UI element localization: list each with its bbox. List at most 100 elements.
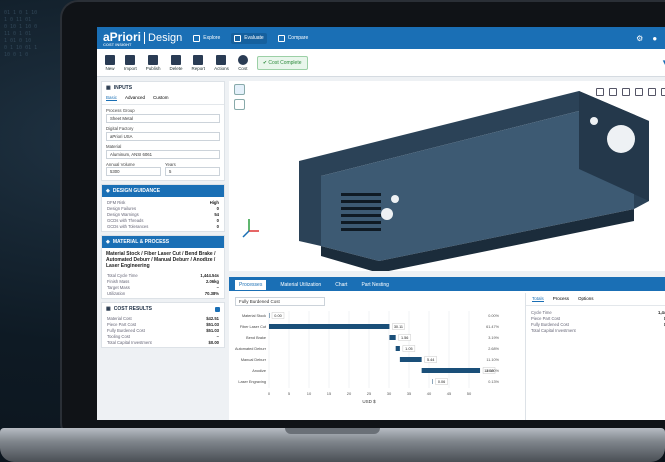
part-model (242, 91, 649, 271)
digital-factory-label: Digital Factory (106, 126, 134, 131)
filter-icon[interactable]: ▼ (661, 58, 665, 67)
design-guidance-card: ◈ DESIGN GUIDANCE DFM Risk High Design Fail… (101, 184, 225, 232)
metric-label: Piece Part Cost (531, 315, 561, 321)
import-button[interactable]: Import (124, 54, 137, 71)
tab-processes[interactable]: Processes (235, 280, 267, 290)
cost-button[interactable]: Cost (237, 54, 248, 71)
material-label: Material (106, 144, 122, 149)
category-label: Fiber Laser Cut (240, 325, 267, 329)
digital-factory-select[interactable]: aPriori USA (106, 132, 220, 141)
metric-label: Utilization (107, 290, 126, 296)
value-label: 0.06 (438, 380, 445, 384)
publish-button[interactable]: Publish (146, 54, 161, 71)
cost-bar (421, 368, 481, 373)
material-field[interactable]: Aluminum, ANSI 6061 (106, 150, 220, 159)
metric-label: Piece Part Cost (107, 321, 137, 327)
x-tick-label: 0 (268, 391, 271, 396)
tab-advanced[interactable]: Advanced (125, 95, 145, 101)
metric-value: 1,444.54s (200, 272, 219, 278)
new-button[interactable]: New (105, 54, 115, 71)
metric-label: GCDs with Threads (107, 217, 144, 223)
3d-viewer[interactable] (229, 81, 665, 271)
metric-label: DFM Risk (107, 199, 126, 205)
years-field[interactable]: 5 (165, 167, 220, 176)
nav-explore[interactable]: Explore (190, 33, 223, 44)
x-tick-label: 15 (327, 391, 332, 396)
metric-row: Total Capital Investment $0.00 (102, 339, 224, 345)
bottom-panel: Processes Material Utilization Chart Par… (229, 277, 665, 420)
metric-value: $51.03 (206, 327, 219, 333)
x-tick-label: 25 (367, 391, 372, 396)
bottom-tabs: Processes Material Utilization Chart Par… (229, 279, 665, 291)
category-label: Automated Deburr (235, 347, 267, 351)
totals-tabs: Totals Process Options (526, 293, 665, 306)
metric-value: 0 (216, 217, 219, 223)
metric-value: – (216, 333, 219, 339)
percent-label: 3.19% (488, 336, 499, 340)
report-icon (193, 54, 204, 65)
inputs-icon: ▦ (106, 85, 111, 91)
actions-button[interactable]: Actions (214, 54, 229, 71)
metric-row: GCDs with Tolerances 0 (102, 223, 224, 229)
metric-label: Design Failures (107, 205, 137, 211)
process-group-select[interactable]: Sheet Metal (106, 114, 220, 123)
annual-volume-field[interactable]: 5300 (106, 167, 161, 176)
tab-part-nesting[interactable]: Part Nesting (361, 282, 389, 288)
tab-chart[interactable]: Chart (335, 282, 347, 288)
tab-options[interactable]: Options (578, 296, 594, 302)
info-icon[interactable] (215, 306, 220, 312)
top-bar: aPriori COST INSIGHT Design Explore Evalu… (97, 27, 665, 49)
metric-value: – (216, 284, 219, 290)
nav-evaluate[interactable]: Evaluate (231, 32, 267, 44)
cost-status-badge: ✔ Cost Complete (256, 55, 308, 70)
metric-label: Total Capital Investment (107, 339, 152, 345)
gear-icon[interactable]: ⚙ (636, 34, 643, 43)
delete-button[interactable]: Delete (170, 54, 183, 71)
cost-results-header: ▦ COST RESULTS (102, 303, 224, 315)
trash-icon (171, 54, 182, 65)
help-icon[interactable]: ● (652, 34, 657, 43)
metric-label: Fully Burdened Cost (107, 327, 145, 333)
category-label: Laser Engraving (238, 380, 266, 384)
metric-value: High (209, 199, 219, 205)
tab-basic[interactable]: Basic (106, 95, 118, 101)
routing-text: Material Stock / Fiber Laser Cut / Bend … (106, 251, 216, 269)
guidance-icon: ◈ (106, 188, 110, 194)
left-panel: ▦ INPUTS Basic Advanced Custom Process Gr… (101, 81, 225, 420)
x-tick-label: 20 (347, 391, 352, 396)
tab-totals[interactable]: Totals (532, 296, 544, 302)
x-tick-label: 40 (427, 391, 432, 396)
metric-label: Tooling Cost (107, 333, 131, 339)
metric-label: Design Warnings (107, 211, 139, 217)
cost-type-select[interactable]: Fully Burdened Cost (235, 297, 325, 306)
tab-process[interactable]: Process (553, 296, 569, 302)
inputs-header: ▦ INPUTS (106, 85, 133, 91)
tab-material-utilization[interactable]: Material Utilization (280, 282, 321, 288)
percent-label: 11.10% (486, 358, 499, 362)
x-tick-label: 30 (387, 391, 392, 396)
metric-value: 70.38% (204, 290, 219, 296)
value-label: 0.00 (274, 314, 281, 318)
metric-label: Finish Mass (107, 278, 130, 284)
report-button[interactable]: Report (192, 54, 205, 71)
tab-custom[interactable]: Custom (153, 95, 169, 101)
cost-bar (399, 357, 422, 362)
cost-bar (395, 346, 400, 351)
metric-row: Total Capital Investment$0. (526, 327, 665, 333)
cost-bar (432, 379, 433, 384)
value-label: 1.05 (405, 347, 412, 351)
cost-bar (269, 313, 270, 318)
cost-results-card: ▦ COST RESULTS Material Cost $42.51 Piece P… (101, 302, 225, 348)
metric-value: $51.03 (206, 321, 219, 327)
nav-compare[interactable]: Compare (275, 33, 312, 44)
category-label: Material Stock (242, 314, 266, 318)
process-group-label: Process Group (106, 108, 135, 113)
metric-value: 0 (216, 205, 219, 211)
x-tick-label: 50 (467, 391, 472, 396)
metric-value: 0 (216, 223, 219, 229)
category-label: Bend Brake (246, 336, 266, 340)
metric-value: $0.00 (208, 339, 219, 345)
metric-label: Fully Burdened Cost (531, 321, 569, 327)
metric-label: GCDs with Tolerances (107, 223, 149, 229)
inputs-tabs: Basic Advanced Custom (102, 94, 224, 105)
